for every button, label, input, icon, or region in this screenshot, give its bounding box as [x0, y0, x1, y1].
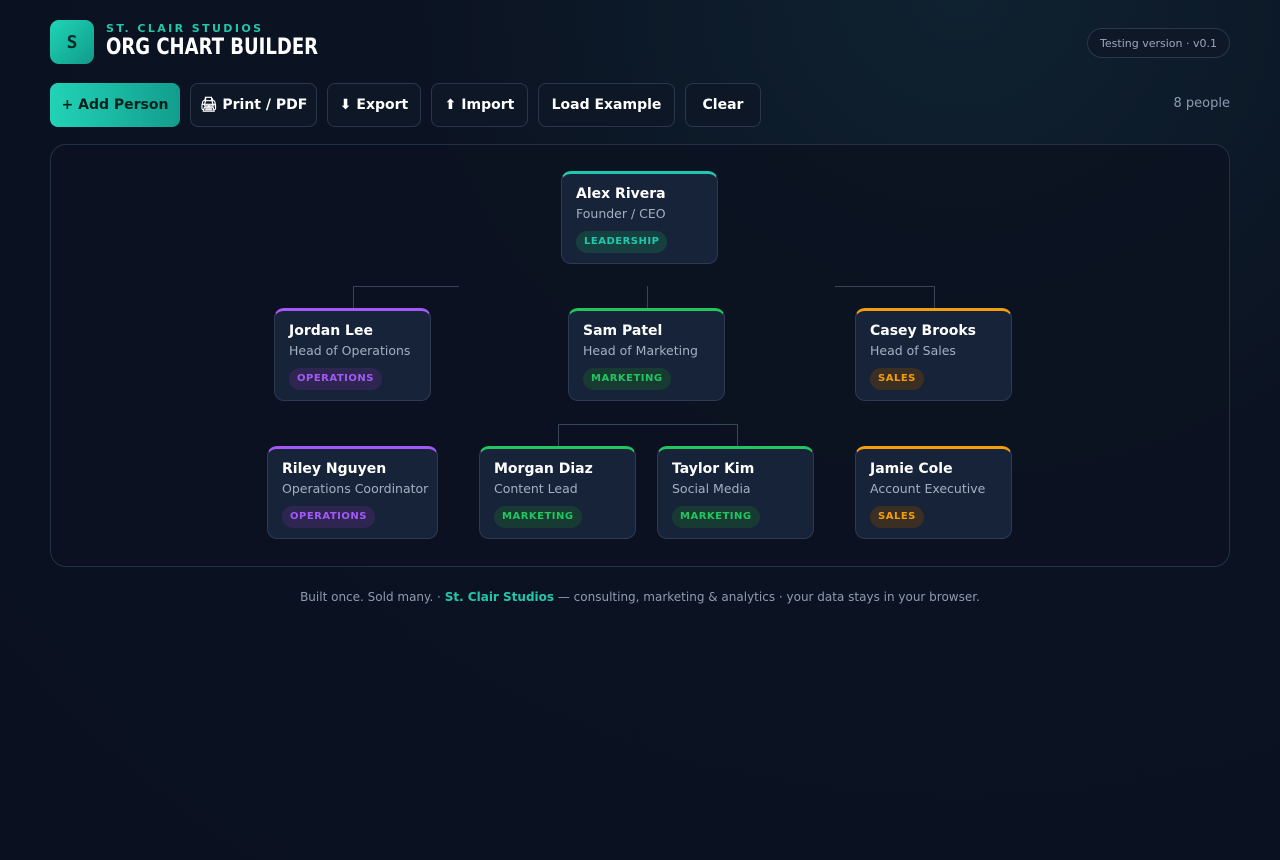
person-name: Jamie Cole	[870, 461, 953, 477]
export-button[interactable]: ⬇ Export	[327, 83, 421, 127]
department-badge: LEADERSHIP	[576, 231, 668, 253]
person-card-morgan-diaz[interactable]: Morgan Diaz Content Lead MARKETING	[479, 446, 636, 539]
people-count: 8 people	[1173, 96, 1230, 111]
person-role: Head of Sales	[870, 343, 956, 358]
brand-subtitle: ST. CLAIR STUDIOS	[106, 22, 264, 35]
person-name: Jordan Lee	[289, 323, 373, 339]
connector-line	[737, 424, 738, 446]
person-card-casey-brooks[interactable]: Casey Brooks Head of Sales SALES	[855, 308, 1012, 401]
app-title: ORG CHART BUILDER	[106, 35, 319, 60]
version-badge: Testing version · v0.1	[1087, 28, 1230, 58]
person-role: Operations Coordinator	[282, 481, 429, 496]
person-role: Account Executive	[870, 481, 986, 496]
person-card-taylor-kim[interactable]: Taylor Kim Social Media MARKETING	[657, 446, 814, 539]
person-name: Taylor Kim	[672, 461, 755, 477]
footer-text: Built once. Sold many. ·	[300, 590, 445, 604]
app-logo: S	[50, 20, 94, 64]
connector-line	[835, 286, 935, 287]
person-role: Content Lead	[494, 481, 578, 496]
clear-button[interactable]: Clear	[685, 83, 761, 127]
person-card-sam-patel[interactable]: Sam Patel Head of Marketing MARKETING	[568, 308, 725, 401]
connector-line	[558, 424, 559, 446]
person-card-alex-rivera[interactable]: Alex Rivera Founder / CEO LEADERSHIP	[561, 171, 718, 264]
person-role: Head of Marketing	[583, 343, 698, 358]
person-card-jamie-cole[interactable]: Jamie Cole Account Executive SALES	[855, 446, 1012, 539]
import-button[interactable]: ⬆ Import	[431, 83, 528, 127]
footer-text: — consulting, marketing & analytics · yo…	[554, 590, 980, 604]
department-badge: OPERATIONS	[282, 506, 375, 528]
department-badge: MARKETING	[494, 506, 582, 528]
person-card-riley-nguyen[interactable]: Riley Nguyen Operations Coordinator OPER…	[267, 446, 438, 539]
department-badge: OPERATIONS	[289, 368, 382, 390]
person-name: Riley Nguyen	[282, 461, 387, 477]
print-pdf-button[interactable]: 🖨 Print / PDF	[190, 83, 317, 127]
person-name: Sam Patel	[583, 323, 663, 339]
add-person-button[interactable]: + Add Person	[50, 83, 180, 127]
department-badge: SALES	[870, 506, 924, 528]
person-name: Alex Rivera	[576, 186, 666, 202]
person-role: Social Media	[672, 481, 751, 496]
department-badge: MARKETING	[672, 506, 760, 528]
connector-line	[353, 286, 459, 287]
studio-link[interactable]: St. Clair Studios	[445, 590, 554, 604]
person-name: Morgan Diaz	[494, 461, 593, 477]
person-role: Founder / CEO	[576, 206, 666, 221]
load-example-button[interactable]: Load Example	[538, 83, 675, 127]
connector-line	[558, 424, 738, 425]
person-name: Casey Brooks	[870, 323, 977, 339]
person-role: Head of Operations	[289, 343, 411, 358]
department-badge: SALES	[870, 368, 924, 390]
person-card-jordan-lee[interactable]: Jordan Lee Head of Operations OPERATIONS	[274, 308, 431, 401]
department-badge: MARKETING	[583, 368, 671, 390]
connector-line	[647, 286, 648, 308]
connector-line	[353, 286, 354, 308]
footer-note: Built once. Sold many. · St. Clair Studi…	[0, 590, 1280, 604]
connector-line	[934, 286, 935, 308]
